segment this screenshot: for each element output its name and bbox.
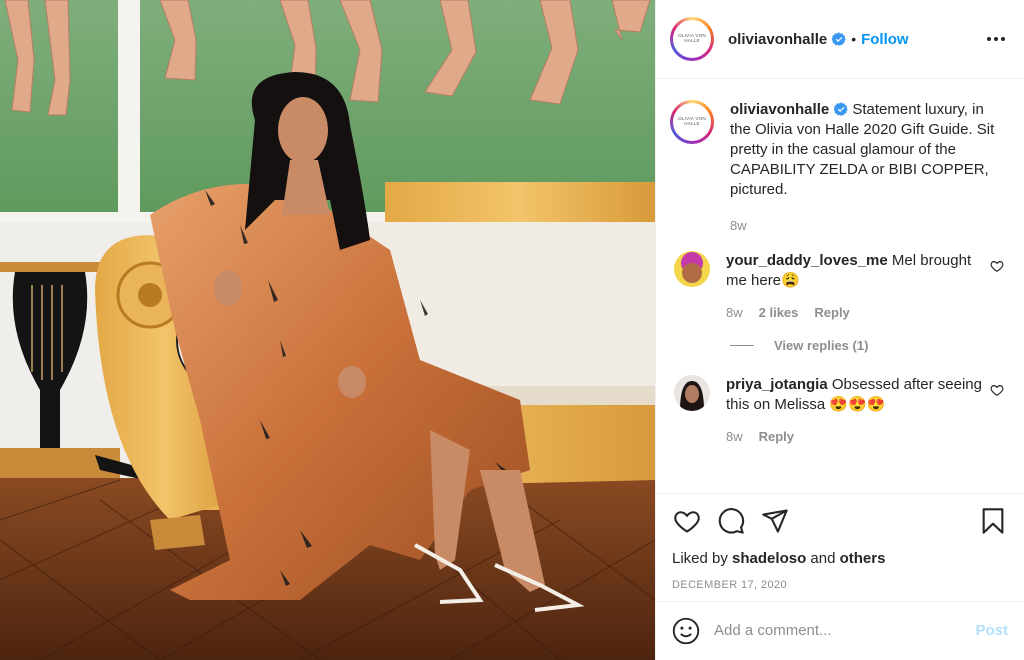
caption: OLIVIA VON HALLE oliviavonhalle Statemen… <box>670 100 1008 233</box>
post-photo[interactable] <box>0 0 655 660</box>
caption-username[interactable]: oliviavonhalle <box>730 101 829 118</box>
caption-avatar[interactable]: OLIVIA VON HALLE <box>670 100 714 144</box>
like-comment-heart-icon[interactable] <box>990 259 1004 273</box>
save-bookmark-icon[interactable] <box>978 506 1008 536</box>
avatar-logo-text: OLIVIA VON HALLE <box>673 103 711 141</box>
replies-line-divider <box>730 345 754 346</box>
liked-by-others[interactable]: others <box>840 550 886 567</box>
add-comment-bar: Post <box>656 601 1024 659</box>
comments-list[interactable]: OLIVIA VON HALLE oliviavonhalle Statemen… <box>656 80 1024 493</box>
reply-button[interactable]: Reply <box>759 429 794 444</box>
caption-age[interactable]: 8w <box>730 218 747 233</box>
comment-meta: 8w Reply <box>726 429 982 444</box>
commenter-avatar[interactable] <box>674 251 710 287</box>
verified-badge-icon <box>834 102 848 116</box>
comment-age[interactable]: 8w <box>726 429 743 444</box>
comment-likes[interactable]: 2 likes <box>759 305 799 320</box>
follow-button[interactable]: Follow <box>861 31 909 48</box>
comment-bubble-icon[interactable] <box>716 506 746 536</box>
comment-age[interactable]: 8w <box>726 305 743 320</box>
view-replies-button[interactable]: View replies (1) <box>730 338 1008 353</box>
comment-username[interactable]: priya_jotangia <box>726 376 828 393</box>
like-comment-heart-icon[interactable] <box>990 383 1004 397</box>
caption-meta: 8w <box>730 218 1008 233</box>
header-separator: • <box>851 31 857 47</box>
comment-username[interactable]: your_daddy_loves_me <box>726 252 888 269</box>
share-paper-plane-icon[interactable] <box>760 506 790 536</box>
comment-meta: 8w 2 likes Reply <box>726 305 982 320</box>
verified-badge-icon <box>832 32 846 46</box>
liked-by-prefix: Liked by <box>672 550 733 567</box>
more-options-icon[interactable] <box>984 27 1008 51</box>
comment-item: your_daddy_loves_me Mel brought me here😩… <box>670 251 1008 320</box>
account-avatar[interactable]: OLIVIA VON HALLE <box>670 17 714 61</box>
add-comment-input[interactable] <box>714 622 976 639</box>
avatar-logo-text: OLIVIA VON HALLE <box>673 20 711 58</box>
liked-by-user[interactable]: shadeloso <box>732 550 806 567</box>
liked-by-middle: and <box>806 550 840 567</box>
liked-by: Liked by shadeloso and others <box>672 550 1008 567</box>
post-side-panel: OLIVIA VON HALLE oliviavonhalle • Follow… <box>655 0 1024 660</box>
reply-button[interactable]: Reply <box>814 305 849 320</box>
view-replies-label: View replies (1) <box>774 338 869 353</box>
emoji-smiley-icon[interactable] <box>672 617 700 645</box>
header-username[interactable]: oliviavonhalle <box>728 31 827 48</box>
post-actions: Liked by shadeloso and others DECEMBER 1… <box>656 493 1024 591</box>
action-icons-row <box>672 506 1008 536</box>
commenter-avatar[interactable] <box>674 375 710 411</box>
post-header: OLIVIA VON HALLE oliviavonhalle • Follow <box>656 0 1024 79</box>
post-image <box>0 0 655 660</box>
comment-item: priya_jotangia Obsessed after seeing thi… <box>670 375 1008 444</box>
like-heart-icon[interactable] <box>672 506 702 536</box>
post-comment-button[interactable]: Post <box>975 622 1008 639</box>
post-date[interactable]: DECEMBER 17, 2020 <box>672 579 1008 591</box>
caption-text: oliviavonhalle Statement luxury, in the … <box>730 100 1008 200</box>
